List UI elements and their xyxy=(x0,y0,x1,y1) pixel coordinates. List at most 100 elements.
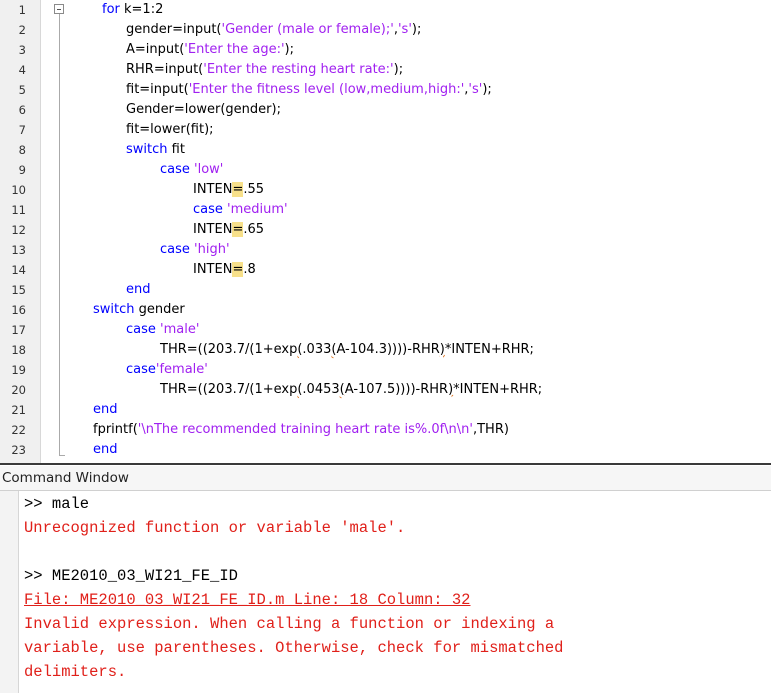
fold-collapse-icon[interactable] xyxy=(54,4,64,14)
line-number: 5 xyxy=(18,83,26,97)
code-line[interactable]: end xyxy=(93,400,118,420)
code-line[interactable]: switch gender xyxy=(93,300,185,320)
code-line[interactable]: RHR=input('Enter the resting heart rate:… xyxy=(126,60,403,80)
code-editor[interactable]: 1 2 3 4 5 6 7 8 9 10 11 12 13 14 15 16 17 18 19 20 21 22 23 fo… xyxy=(0,0,771,463)
keyword-token: case xyxy=(160,162,190,177)
code-token: .8 xyxy=(243,262,256,277)
code-token: THR=((203.7/(1+exp xyxy=(160,342,298,357)
command-line: >> male xyxy=(24,495,90,513)
code-token: .55 xyxy=(243,182,265,197)
keyword-token: for xyxy=(102,2,120,17)
code-token: fit=input( xyxy=(126,82,189,97)
keyword-token: end xyxy=(93,402,118,417)
error-message: Unrecognized function or variable 'male'… xyxy=(24,519,406,537)
code-line[interactable]: case 'male' xyxy=(126,320,199,340)
string-token: 'Enter the age:' xyxy=(184,42,285,57)
code-line[interactable]: fit=lower(fit); xyxy=(126,120,214,140)
command-window[interactable]: >> male Unrecognized function or variable… xyxy=(0,491,771,693)
code-token: fprintf( xyxy=(93,422,138,437)
keyword-token: switch xyxy=(93,302,135,317)
code-line[interactable]: THR=((203.7/(1+exp(.0453(A-107.5))))-RHR… xyxy=(160,380,542,400)
code-token: INTEN xyxy=(193,182,233,197)
code-line[interactable]: for k=1:2 xyxy=(102,0,163,20)
string-token: 'Enter the fitness level (low,medium,hig… xyxy=(188,82,465,97)
code-token: gender xyxy=(134,302,185,317)
code-token: = xyxy=(232,262,244,277)
code-token: = xyxy=(232,182,244,197)
line-number: 6 xyxy=(18,103,26,117)
string-token: 'male' xyxy=(160,322,200,337)
code-token: *INTEN+RHR; xyxy=(444,342,534,357)
line-number: 21 xyxy=(11,403,26,417)
code-token: Gender=lower(gender); xyxy=(126,102,281,117)
line-number: 23 xyxy=(11,443,26,457)
line-number-gutter: 1 2 3 4 5 6 7 8 9 10 11 12 13 14 15 16 17 18 19 20 21 22 23 xyxy=(0,0,41,463)
keyword-token: case xyxy=(193,202,223,217)
string-token: '\nThe recommended training heart rate i… xyxy=(137,422,473,437)
code-token: fit=lower(fit); xyxy=(126,122,214,137)
code-token: ); xyxy=(482,82,492,97)
code-token: INTEN xyxy=(193,222,233,237)
command-window-title: Command Window xyxy=(0,466,771,491)
code-token: = xyxy=(232,222,244,237)
code-line[interactable]: end xyxy=(93,440,118,460)
string-token: 'female' xyxy=(155,362,208,377)
line-number: 19 xyxy=(11,363,26,377)
keyword-token: case xyxy=(160,242,190,257)
fold-guide-end xyxy=(59,455,65,456)
code-line[interactable]: A=input('Enter the age:'); xyxy=(126,40,294,60)
code-line[interactable]: Gender=lower(gender); xyxy=(126,100,281,120)
line-number: 13 xyxy=(11,243,26,257)
code-line[interactable]: case 'high' xyxy=(160,240,230,260)
keyword-token: switch xyxy=(126,142,168,157)
code-line[interactable]: THR=((203.7/(1+exp(.033(A-104.3))))-RHR)… xyxy=(160,340,534,360)
code-line[interactable]: gender=input('Gender (male or female);',… xyxy=(126,20,421,40)
line-number: 11 xyxy=(11,203,26,217)
line-number: 4 xyxy=(18,63,26,77)
keyword-token: end xyxy=(93,442,118,457)
line-number: 22 xyxy=(11,423,26,437)
fold-guide-line xyxy=(59,14,60,456)
line-number: 3 xyxy=(18,43,26,57)
code-line[interactable]: switch fit xyxy=(126,140,185,160)
code-line[interactable]: fit=input('Enter the fitness level (low,… xyxy=(126,80,492,100)
code-fold-gutter xyxy=(45,0,65,463)
code-line[interactable]: end xyxy=(126,280,151,300)
string-token: 's' xyxy=(468,82,483,97)
code-token: gender=input( xyxy=(126,22,222,37)
code-line[interactable]: INTEN=.65 xyxy=(193,220,264,240)
line-number: 14 xyxy=(11,263,26,277)
line-number: 20 xyxy=(11,383,26,397)
string-token: 'low' xyxy=(194,162,224,177)
code-token: A=input( xyxy=(126,42,185,57)
code-line[interactable]: case 'medium' xyxy=(193,200,288,220)
code-line[interactable]: case'female' xyxy=(126,360,208,380)
line-number: 16 xyxy=(11,303,26,317)
string-token: 'Enter the resting heart rate:' xyxy=(203,62,394,77)
code-token: ,THR) xyxy=(472,422,509,437)
string-token: 'Gender (male or female);' xyxy=(221,22,394,37)
string-token: 'medium' xyxy=(227,202,288,217)
error-message: Invalid expression. When calling a funct… xyxy=(24,615,555,633)
code-token: *INTEN+RHR; xyxy=(453,382,543,397)
code-token: A-104.3))))-RHR xyxy=(336,342,440,357)
code-token: RHR=input( xyxy=(126,62,204,77)
code-token: k=1:2 xyxy=(119,2,164,17)
line-number: 10 xyxy=(11,183,26,197)
code-token: THR=((203.7/(1+exp xyxy=(160,382,298,397)
code-line[interactable]: INTEN=.8 xyxy=(193,260,256,280)
line-number: 7 xyxy=(18,123,26,137)
string-token: 's' xyxy=(397,22,412,37)
code-line[interactable]: case 'low' xyxy=(160,160,223,180)
code-line[interactable]: INTEN=.55 xyxy=(193,180,264,200)
panel-divider[interactable] xyxy=(0,463,771,465)
keyword-token: case xyxy=(126,322,156,337)
command-line: >> ME2010_03_WI21_FE_ID xyxy=(24,567,238,585)
line-number: 12 xyxy=(11,223,26,237)
code-line[interactable]: fprintf('\nThe recommended training hear… xyxy=(93,420,509,440)
code-token: ); xyxy=(284,42,294,57)
code-token: ); xyxy=(411,22,422,37)
line-number: 9 xyxy=(18,163,26,177)
error-location-link[interactable]: File: ME2010_03_WI21_FE_ID.m Line: 18 Co… xyxy=(24,588,470,612)
keyword-token: case xyxy=(126,362,156,377)
